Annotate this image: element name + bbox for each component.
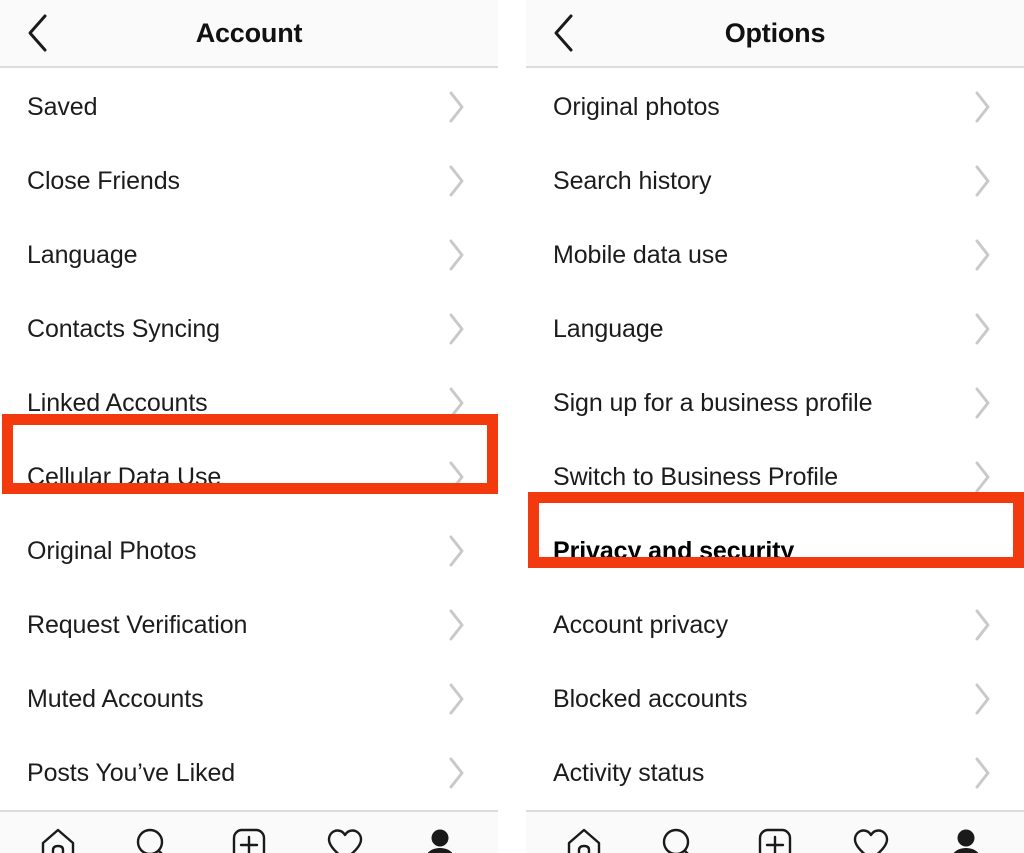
settings-list-options: Original photos Search history Mobile data… <box>526 68 1024 810</box>
settings-row[interactable]: Switch to Business Profile <box>526 440 1024 514</box>
settings-row-label: Mobile data use <box>553 240 729 269</box>
home-icon <box>38 825 78 853</box>
chevron-right-icon <box>444 387 468 419</box>
section-header-row: Privacy and security <box>526 514 1024 588</box>
tab-activity[interactable] <box>316 819 374 853</box>
dual-phone-screenshot: Account Saved Close Friends Language Contac… <box>0 0 1024 853</box>
search-icon <box>659 825 699 853</box>
profile-icon <box>946 825 986 853</box>
back-button[interactable] <box>16 11 60 55</box>
settings-row[interactable]: Muted Accounts <box>0 662 498 736</box>
chevron-right-icon <box>970 165 994 197</box>
chevron-right-icon <box>970 387 994 419</box>
navigation-header-account: Account <box>0 0 498 68</box>
bottom-tab-bar-left <box>0 810 498 853</box>
page-title-account: Account <box>195 17 303 48</box>
chevron-right-icon <box>970 683 994 715</box>
chevron-right-icon <box>444 239 468 271</box>
settings-row[interactable]: Activity status <box>526 736 1024 810</box>
settings-row[interactable]: Account privacy <box>526 588 1024 662</box>
search-icon <box>133 825 173 853</box>
navigation-header-options: Options <box>526 0 1024 68</box>
chevron-left-icon <box>551 13 577 53</box>
chevron-right-icon <box>444 91 468 123</box>
tab-search[interactable] <box>650 819 708 853</box>
chevron-right-icon <box>444 609 468 641</box>
settings-row-label: Linked Accounts <box>27 388 208 417</box>
settings-row-label: Account privacy <box>553 610 728 639</box>
heart-icon <box>325 825 365 853</box>
settings-row[interactable]: Mobile data use <box>526 218 1024 292</box>
page-title-options: Options <box>724 17 826 48</box>
chevron-right-icon <box>444 757 468 789</box>
add-post-icon <box>755 825 795 853</box>
settings-row-label: Activity status <box>553 758 705 787</box>
settings-row[interactable]: Contacts Syncing <box>0 292 498 366</box>
tab-add-post[interactable] <box>746 819 804 853</box>
settings-row[interactable]: Search history <box>526 144 1024 218</box>
settings-row-label: Original Photos <box>27 536 197 565</box>
profile-icon <box>420 825 460 853</box>
settings-row-label: Privacy and security <box>553 536 795 565</box>
settings-row-label: Switch to Business Profile <box>553 462 839 491</box>
tab-activity[interactable] <box>842 819 900 853</box>
bottom-tab-bar-right <box>526 810 1024 853</box>
chevron-right-icon <box>444 165 468 197</box>
home-icon <box>564 825 604 853</box>
chevron-right-icon <box>444 535 468 567</box>
settings-row-label: Original photos <box>553 92 720 121</box>
settings-row-label: Language <box>27 240 138 269</box>
settings-row-label: Sign up for a business profile <box>553 388 873 417</box>
chevron-right-icon <box>970 757 994 789</box>
chevron-right-icon <box>970 461 994 493</box>
settings-row[interactable]: Close Friends <box>0 144 498 218</box>
settings-row-label: Muted Accounts <box>27 684 204 713</box>
settings-row-label: Saved <box>27 92 98 121</box>
phone-screen-account: Account Saved Close Friends Language Contac… <box>0 0 498 853</box>
chevron-right-icon <box>970 91 994 123</box>
add-post-icon <box>229 825 269 853</box>
chevron-right-icon <box>444 683 468 715</box>
settings-row[interactable]: Saved <box>0 70 498 144</box>
settings-row[interactable]: Posts You’ve Liked <box>0 736 498 810</box>
settings-row-label: Request Verification <box>27 610 248 639</box>
chevron-right-icon <box>970 609 994 641</box>
settings-row[interactable]: Cellular Data Use <box>0 440 498 514</box>
settings-row[interactable]: Blocked accounts <box>526 662 1024 736</box>
chevron-right-icon <box>444 313 468 345</box>
settings-row-label: Posts You’ve Liked <box>27 758 236 787</box>
tab-add-post[interactable] <box>220 819 278 853</box>
tab-home[interactable] <box>555 819 613 853</box>
settings-row[interactable]: Original photos <box>526 70 1024 144</box>
chevron-right-icon <box>970 239 994 271</box>
chevron-left-icon <box>25 13 51 53</box>
settings-row-label: Cellular Data Use <box>27 462 222 491</box>
tab-profile[interactable] <box>937 819 995 853</box>
settings-row[interactable]: Language <box>0 218 498 292</box>
chevron-right-icon <box>970 313 994 345</box>
settings-row[interactable]: Language <box>526 292 1024 366</box>
panel-divider-gap <box>498 0 526 853</box>
settings-row-label: Blocked accounts <box>553 684 748 713</box>
settings-row-label: Close Friends <box>27 166 180 195</box>
tab-profile[interactable] <box>411 819 469 853</box>
settings-row[interactable]: Sign up for a business profile <box>526 366 1024 440</box>
tab-search[interactable] <box>124 819 182 853</box>
settings-row-label: Language <box>553 314 664 343</box>
settings-row[interactable]: Request Verification <box>0 588 498 662</box>
settings-row-label: Search history <box>553 166 712 195</box>
tab-home[interactable] <box>29 819 87 853</box>
settings-row-label: Contacts Syncing <box>27 314 220 343</box>
settings-row[interactable]: Linked Accounts <box>0 366 498 440</box>
phone-screen-options: Options Original photos Search history Mob… <box>526 0 1024 853</box>
settings-list-account: Saved Close Friends Language Contacts Synci… <box>0 68 498 810</box>
back-button[interactable] <box>542 11 586 55</box>
chevron-right-icon <box>444 461 468 493</box>
settings-row[interactable]: Original Photos <box>0 514 498 588</box>
heart-icon <box>851 825 891 853</box>
